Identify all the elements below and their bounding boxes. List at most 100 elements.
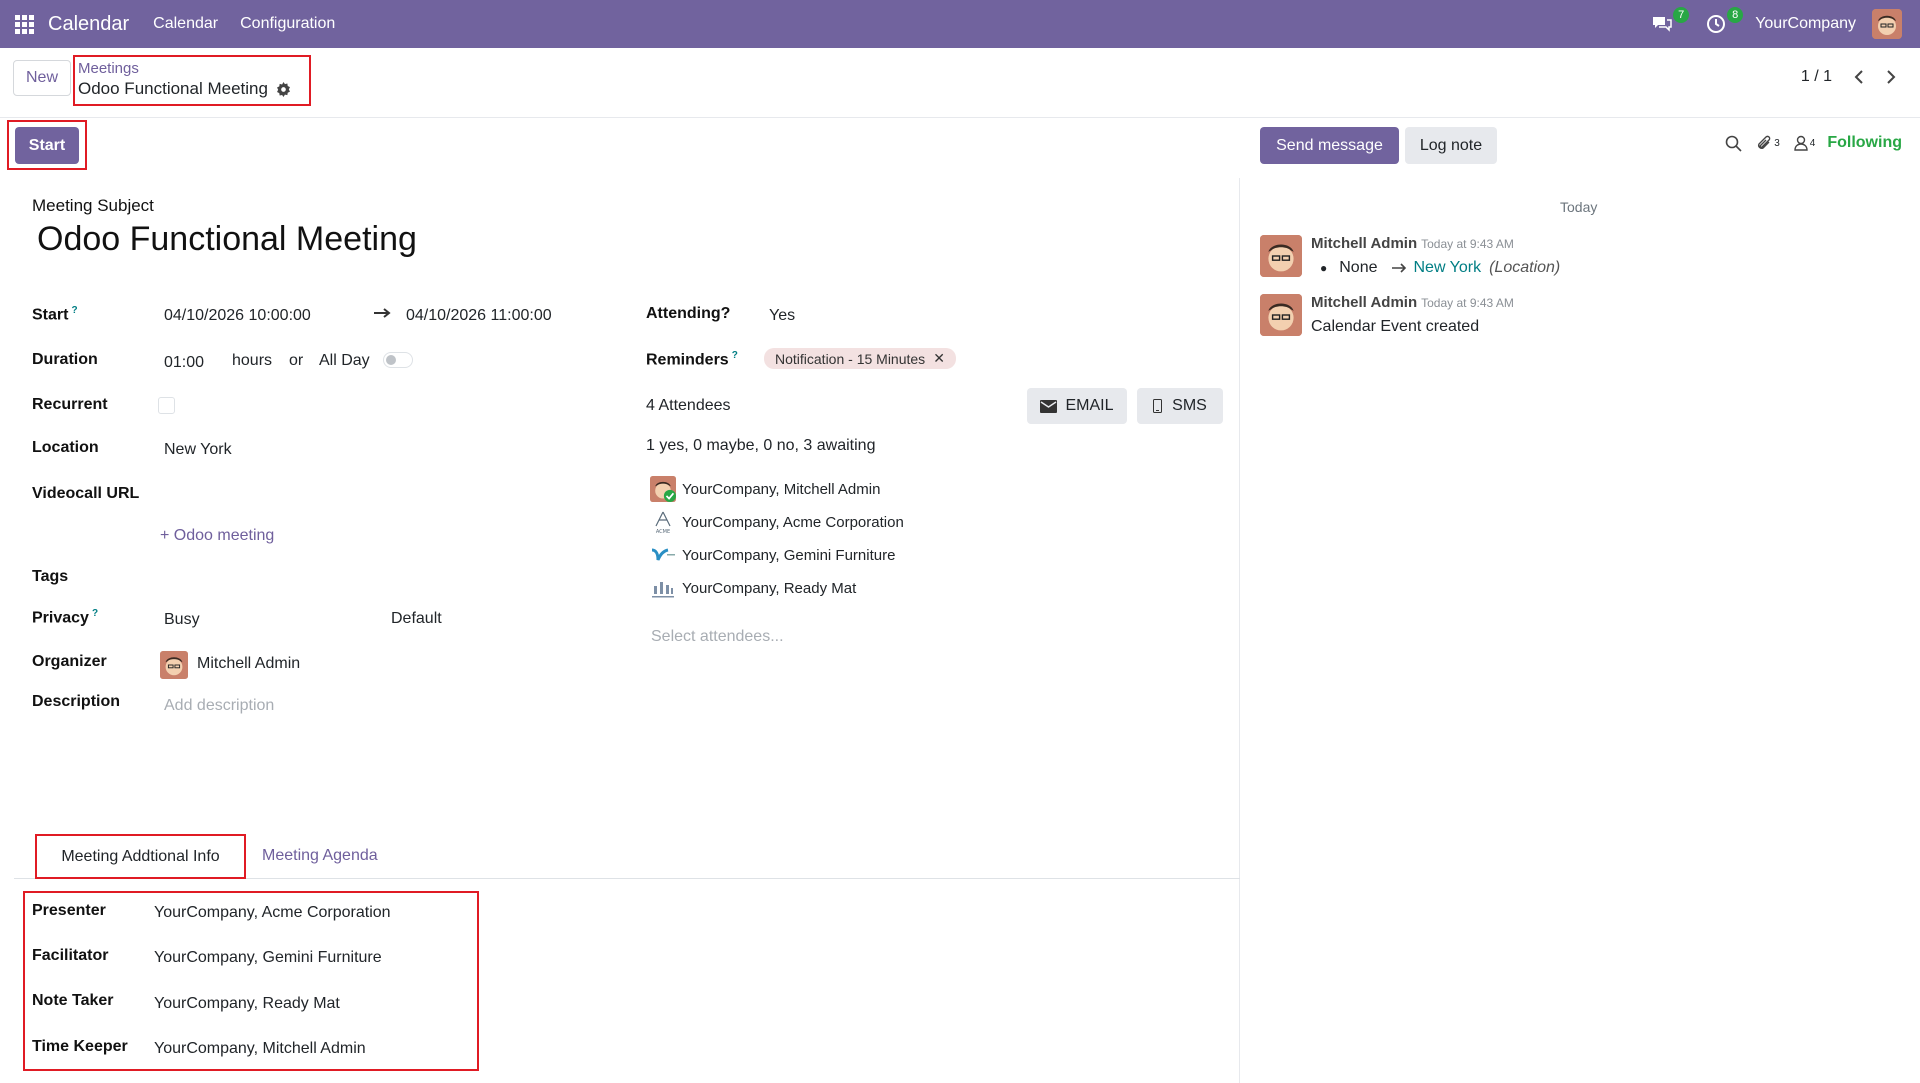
message-author-avatar[interactable] (1260, 294, 1302, 336)
acme-logo-icon: ACME (650, 509, 676, 535)
duration-label: Duration (32, 351, 98, 368)
attachments-button[interactable]: 3 (1756, 135, 1780, 152)
show-as-select[interactable]: Busy (164, 611, 200, 629)
tracking-old-value: None (1339, 259, 1378, 276)
tab-meeting-additional-info[interactable]: Meeting Addtional Info (35, 834, 246, 879)
start-help[interactable]: ? (71, 305, 77, 316)
tags-label: Tags (32, 568, 69, 585)
start-button[interactable]: Start (15, 127, 79, 164)
privacy-select[interactable]: Default (391, 610, 442, 628)
time-keeper-label: Time Keeper (32, 1038, 128, 1055)
organizer-input[interactable]: Mitchell Admin (197, 655, 300, 673)
log-note-button[interactable]: Log note (1405, 127, 1497, 164)
arrow-right-icon (1391, 263, 1408, 273)
attendee-row[interactable]: YourCompany, Gemini Furniture (650, 542, 895, 568)
start-label-text: Start (32, 306, 69, 324)
tab-meeting-agenda[interactable]: Meeting Agenda (262, 847, 378, 865)
reminder-tag: Notification - 15 Minutes ✕ (764, 348, 956, 369)
messages-button[interactable]: 7 (1647, 7, 1690, 39)
attendee-row[interactable]: YourCompany, Mitchell Admin (650, 476, 880, 502)
paperclip-icon (1758, 135, 1771, 149)
following-button[interactable]: Following (1827, 134, 1902, 152)
top-navbar: Calendar Calendar Configuration 7 8 Your… (0, 0, 1920, 48)
user-avatar[interactable] (1872, 9, 1902, 39)
mobile-icon (1153, 399, 1163, 413)
start-label: Start? (32, 305, 78, 324)
organizer-label: Organizer (32, 653, 107, 670)
send-message-button[interactable]: Send message (1260, 127, 1399, 164)
close-icon[interactable]: ✕ (933, 350, 945, 367)
tracking-new-value: New York (1413, 259, 1482, 276)
sms-button[interactable]: SMS (1137, 388, 1223, 424)
attendee-name: YourCompany, Mitchell Admin (682, 480, 881, 498)
privacy-label: Privacy? (32, 608, 98, 627)
subject-input[interactable]: Odoo Functional Meeting (37, 220, 417, 259)
duration-input[interactable]: 01:00 (164, 354, 204, 372)
all-day-toggle[interactable] (383, 352, 413, 368)
chat-icon (1653, 17, 1672, 32)
breadcrumb-current-label: Odoo Functional Meeting (78, 79, 268, 98)
hours-label: hours (232, 352, 273, 369)
select-attendees-input[interactable]: Select attendees... (651, 628, 784, 646)
messages-count-badge: 7 (1673, 7, 1690, 23)
search-icon[interactable] (1725, 135, 1742, 152)
attendee-avatar (650, 476, 676, 502)
activities-button[interactable]: 8 (1701, 7, 1744, 39)
message-author: Mitchell Admin Today at 9:43 AM (1311, 235, 1514, 252)
time-keeper-input[interactable]: YourCompany, Mitchell Admin (154, 1040, 366, 1058)
all-day-label: All Day (319, 352, 370, 369)
attendee-row[interactable]: ACME YourCompany, Acme Corporation (650, 509, 904, 535)
presenter-label: Presenter (32, 902, 106, 919)
message-author-name[interactable]: Mitchell Admin (1311, 235, 1417, 252)
chevron-left-icon[interactable] (1854, 69, 1864, 85)
app-brand[interactable]: Calendar (48, 13, 129, 36)
description-input[interactable]: Add description (164, 697, 274, 715)
app-menu-icon[interactable] (0, 0, 48, 48)
gear-icon[interactable] (276, 81, 291, 97)
location-input[interactable]: New York (164, 441, 232, 459)
attending-select[interactable]: Yes (769, 307, 795, 325)
tracking-value: ● None New York (Location) (1320, 259, 1560, 277)
date-separator: Today (1560, 199, 1598, 215)
svg-text:ACME: ACME (656, 529, 670, 534)
followers-button[interactable]: 4 (1794, 135, 1815, 151)
activities-count-badge: 8 (1727, 7, 1744, 23)
odoo-meeting-link[interactable]: + Odoo meeting (160, 527, 274, 545)
tab-meeting-additional-info-label: Meeting Addtional Info (61, 847, 220, 865)
chevron-right-icon[interactable] (1886, 69, 1896, 85)
message-author: Mitchell Admin Today at 9:43 AM (1311, 294, 1514, 311)
attendee-row[interactable]: YourCompany, Ready Mat (650, 575, 856, 601)
recurrent-checkbox[interactable] (158, 397, 175, 414)
menu-calendar[interactable]: Calendar (153, 15, 218, 33)
new-button[interactable]: New (13, 60, 71, 96)
control-panel: New Meetings Odoo Functional Meeting 1 /… (0, 48, 1920, 118)
attendees-count: 4 Attendees (646, 397, 731, 414)
menu-configuration[interactable]: Configuration (240, 15, 335, 33)
message-date: Today at 9:43 AM (1421, 296, 1514, 310)
note-taker-label: Note Taker (32, 992, 114, 1009)
start-datetime-input[interactable]: 04/10/2026 10:00:00 (164, 307, 311, 325)
message-date: Today at 9:43 AM (1421, 237, 1514, 251)
organizer-avatar (160, 651, 188, 684)
privacy-help[interactable]: ? (92, 608, 98, 619)
stop-datetime-input[interactable]: 04/10/2026 11:00:00 (406, 307, 552, 325)
subject-label: Meeting Subject (32, 196, 154, 215)
company-switcher[interactable]: YourCompany (1755, 15, 1856, 33)
reminders-label-text: Reminders (646, 351, 729, 369)
facilitator-input[interactable]: YourCompany, Gemini Furniture (154, 949, 382, 967)
attendee-name: YourCompany, Acme Corporation (682, 513, 904, 531)
email-button[interactable]: EMAIL (1027, 388, 1127, 424)
chatter-topbar-actions: 3 4 Following (1711, 134, 1902, 152)
breadcrumb-meetings-link[interactable]: Meetings (78, 60, 306, 78)
or-label: or (289, 352, 304, 369)
privacy-label-text: Privacy (32, 609, 89, 627)
pager-value[interactable]: 1 / 1 (1801, 68, 1832, 86)
gemini-logo-icon (650, 542, 676, 568)
message-author-name[interactable]: Mitchell Admin (1311, 294, 1417, 311)
note-taker-input[interactable]: YourCompany, Ready Mat (154, 995, 340, 1013)
message-author-avatar[interactable] (1260, 235, 1302, 277)
presenter-input[interactable]: YourCompany, Acme Corporation (154, 904, 391, 922)
reminders-help[interactable]: ? (732, 350, 738, 361)
attendees-summary: 1 yes, 0 maybe, 0 no, 3 awaiting (646, 437, 876, 454)
arrow-right-icon (374, 306, 392, 324)
